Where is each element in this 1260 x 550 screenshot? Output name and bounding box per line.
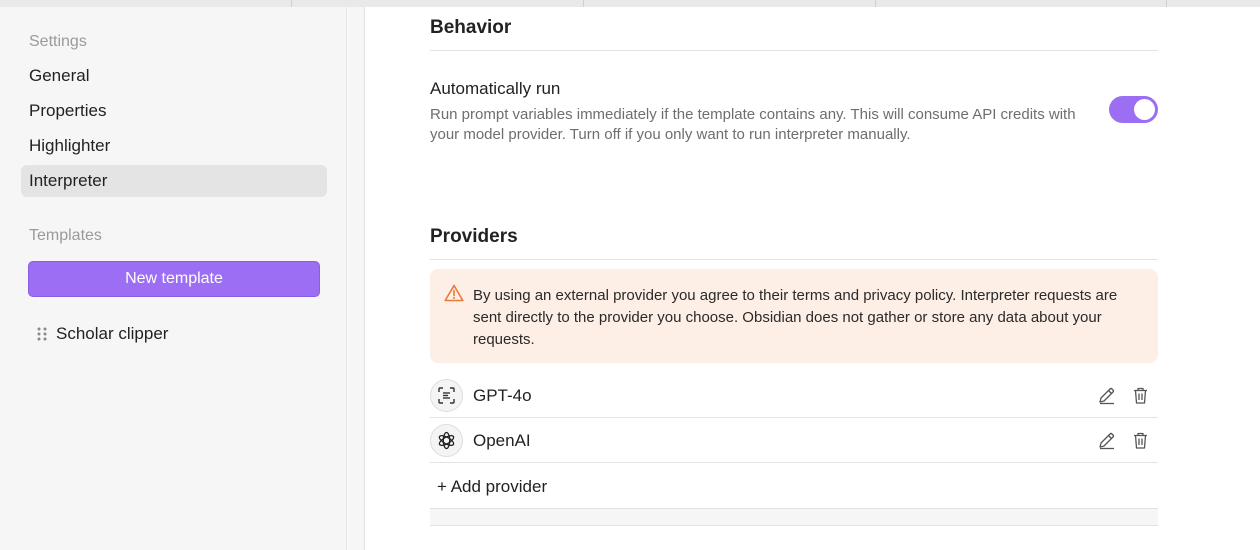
sidebar-item-properties[interactable]: Properties [21, 95, 327, 127]
tab-divider [875, 0, 876, 7]
divider [430, 259, 1158, 260]
edit-pencil-icon[interactable] [1097, 431, 1116, 450]
template-label: Scholar clipper [56, 324, 169, 343]
auto-run-setting-name: Automatically run [430, 79, 561, 98]
auto-run-toggle[interactable] [1109, 96, 1158, 123]
auto-run-setting-description: Run prompt variables immediately if the … [430, 106, 1076, 143]
provider-name: GPT-4o [473, 386, 532, 405]
provider-row-openai: OpenAI [430, 418, 1158, 463]
trash-icon[interactable] [1131, 386, 1150, 405]
sidebar-item-general[interactable]: General [21, 60, 327, 92]
behavior-heading: Behavior [430, 17, 512, 38]
provider-row-gpt-4o: GPT-4o [430, 373, 1158, 418]
tab-strip [0, 0, 1260, 7]
sidebar-gutter [348, 7, 365, 550]
provider-notice: By using an external provider you agree … [430, 269, 1158, 363]
toggle-knob [1134, 99, 1155, 120]
templates-section-label: Templates [29, 227, 102, 244]
divider [430, 50, 1158, 51]
drag-handle-icon[interactable] [36, 326, 48, 342]
list-footer [430, 508, 1158, 526]
providers-heading: Providers [430, 226, 518, 247]
openai-logo-icon [430, 424, 463, 457]
settings-section-label: Settings [29, 33, 87, 50]
sidebar-item-highlighter[interactable]: Highlighter [21, 130, 327, 162]
sidebar-item-interpreter[interactable]: Interpreter [21, 165, 327, 197]
warning-icon [444, 284, 464, 302]
trash-icon[interactable] [1131, 431, 1150, 450]
edit-pencil-icon[interactable] [1097, 386, 1116, 405]
scan-text-icon [430, 379, 463, 412]
tab-divider [291, 0, 292, 7]
template-item-scholar-clipper[interactable]: Scholar clipper [36, 320, 168, 348]
provider-name: OpenAI [473, 431, 531, 450]
tab-divider [1166, 0, 1167, 7]
add-provider-button[interactable]: + Add provider [437, 477, 547, 497]
notice-text: By using an external provider you agree … [473, 287, 1118, 348]
new-template-button[interactable]: New template [28, 261, 320, 297]
tab-divider [583, 0, 584, 7]
